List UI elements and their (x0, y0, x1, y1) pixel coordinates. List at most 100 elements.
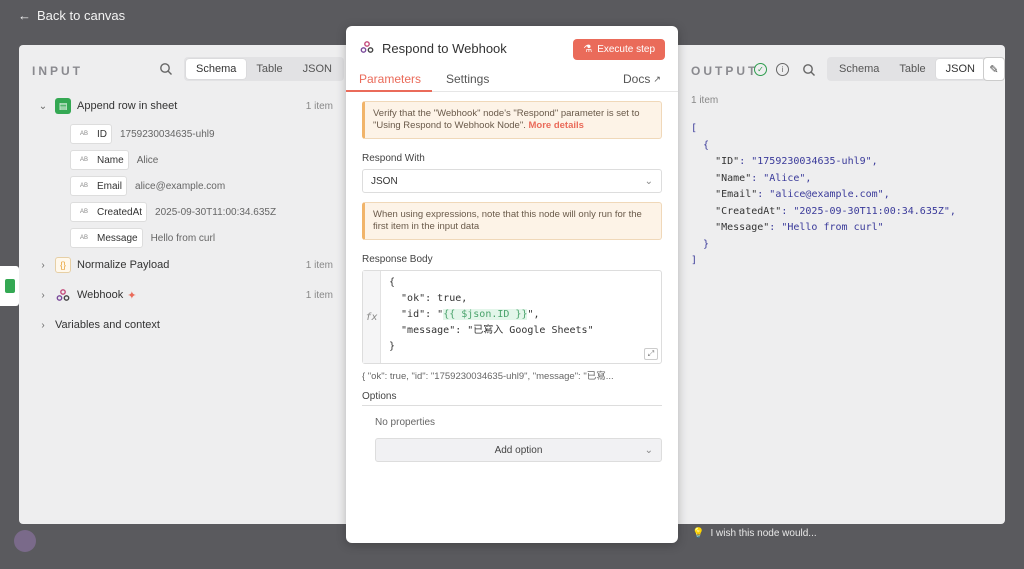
expression-token: {{ $json.ID }} (443, 309, 528, 320)
respond-with-label: Respond With (362, 153, 425, 164)
tree-node-webhook[interactable]: › Webhook ✦ 1 item (19, 283, 351, 307)
field-id[interactable]: AB ID 1759230034635-uhl9 (70, 123, 215, 145)
json-key: "Message" (715, 222, 770, 233)
expand-editor-icon[interactable]: ⤢ (644, 348, 658, 360)
expression-notice: When using expressions, note that this n… (362, 202, 662, 240)
arrow-left-icon: ← (18, 8, 31, 23)
chevron-right-icon: › (41, 289, 45, 301)
feedback-link[interactable]: 💡 I wish this node would... (692, 528, 817, 539)
code-line: "ok": true, (389, 293, 468, 304)
tab-parameters[interactable]: Parameters (359, 72, 421, 86)
code-line: } (389, 341, 396, 352)
add-option-select[interactable]: Add option ⌄ (375, 438, 662, 462)
response-body-label: Response Body (362, 254, 433, 265)
node-settings-modal: Respond to Webhook ⚗ Execute step Parame… (346, 26, 678, 543)
field-name-row[interactable]: AB Name Alice (70, 149, 158, 171)
input-view-switch: Schema Table JSON (184, 57, 344, 81)
json-open-bracket: [ (691, 123, 698, 134)
output-title: OUTPUT (691, 64, 759, 78)
item-count: 1 item (305, 259, 333, 271)
field-name: Name (97, 154, 124, 166)
search-icon[interactable] (159, 62, 173, 76)
item-count: 1 item (305, 289, 333, 301)
json-close-bracket: ] (691, 255, 698, 266)
input-view-json[interactable]: JSON (293, 59, 342, 79)
field-createdat[interactable]: AB CreatedAt 2025-09-30T11:00:34.635Z (70, 201, 276, 223)
node-label: Webhook (77, 289, 124, 301)
field-value: 1759230034635-uhl9 (120, 128, 215, 140)
docs-label: Docs (623, 72, 651, 86)
execute-label: Execute step (597, 44, 655, 55)
input-view-table[interactable]: Table (246, 59, 292, 79)
respond-with-value: JSON (371, 175, 398, 187)
output-item-count: 1 item (691, 95, 719, 106)
docs-link[interactable]: Docs ↗ (623, 72, 661, 86)
code-line-post: ", (527, 309, 540, 320)
info-icon[interactable]: i (776, 63, 789, 76)
no-properties-text: No properties (375, 417, 436, 428)
string-type-icon: AB (75, 152, 93, 168)
json-output-view: [ { "ID": "1759230034635-uhl9", "Name": … (691, 123, 956, 266)
field-value: Alice (136, 154, 159, 166)
node-label: Normalize Payload (77, 259, 170, 271)
response-body-editor[interactable]: fx { "ok": true, "id": "{{ $json.ID }}",… (362, 270, 662, 364)
input-title: INPUT (32, 64, 83, 78)
item-count: 1 item (305, 100, 333, 112)
external-link-icon: ↗ (653, 73, 661, 84)
chevron-right-icon: › (41, 259, 45, 271)
string-type-icon: AB (75, 230, 93, 246)
node-label: Append row in sheet (77, 100, 178, 112)
lightning-icon: ✦ (127, 289, 137, 302)
pencil-icon: ✎ (989, 63, 999, 76)
canvas-background-node (14, 530, 36, 552)
json-key: "Name" (715, 172, 752, 184)
string-type-icon: AB (75, 204, 93, 220)
more-details-link[interactable]: More details (529, 120, 584, 131)
output-view-table[interactable]: Table (889, 59, 935, 79)
field-value: Hello from curl (150, 232, 216, 244)
field-name: ID (97, 128, 107, 140)
field-pill: AB ID (70, 124, 112, 144)
active-tab-indicator (346, 90, 432, 92)
string-type-icon: AB (75, 178, 93, 194)
json-value: "Hello from curl" (781, 222, 884, 233)
success-check-icon: ✓ (754, 63, 767, 76)
tree-node-normalize-payload[interactable]: › {} Normalize Payload 1 item (19, 253, 351, 277)
field-pill: AB Message (70, 228, 143, 248)
node-label: Variables and context (55, 319, 160, 331)
output-view-schema[interactable]: Schema (829, 59, 889, 79)
canvas-sheets-node-edge[interactable] (0, 266, 19, 306)
field-pill: AB Email (70, 176, 128, 196)
json-value: "2025-09-30T11:00:34.635Z" (793, 205, 950, 217)
code-content: { "ok": true, "id": "{{ $json.ID }}", "m… (389, 275, 594, 355)
json-key: "CreatedAt" (715, 205, 782, 217)
code-line: { (389, 277, 396, 288)
back-label: Back to canvas (37, 8, 126, 23)
back-to-canvas-link[interactable]: ← Back to canvas (18, 8, 125, 23)
field-value: 2025-09-30T11:00:34.635Z (155, 206, 277, 218)
search-icon[interactable] (802, 63, 816, 77)
google-sheets-icon: ▤ (55, 98, 71, 114)
output-view-switch: Schema Table JSON (827, 57, 987, 81)
execute-step-button[interactable]: ⚗ Execute step (573, 39, 665, 60)
field-email[interactable]: AB Email alice@example.com (70, 175, 225, 197)
respond-with-select[interactable]: JSON ⌄ (362, 169, 662, 193)
lightbulb-icon: 💡 (692, 528, 705, 539)
google-sheets-icon (4, 279, 15, 293)
output-view-json[interactable]: JSON (935, 59, 985, 79)
tab-settings[interactable]: Settings (446, 72, 489, 86)
edit-output-button[interactable]: ✎ (983, 57, 1005, 81)
tree-node-append-row[interactable]: ⌄ ▤ Append row in sheet 1 item (19, 94, 351, 118)
webhook-icon (360, 40, 374, 57)
json-key: "Email" (715, 189, 758, 200)
input-view-schema[interactable]: Schema (186, 59, 247, 79)
chevron-down-icon: ⌄ (644, 175, 653, 187)
expression-preview: { "ok": true, "id": "1759230034635-uhl9"… (362, 371, 614, 382)
webhook-icon (55, 287, 71, 303)
modal-title: Respond to Webhook (382, 41, 507, 56)
chevron-right-icon: › (41, 319, 45, 331)
expression-fx-icon: fx (363, 271, 381, 363)
field-message[interactable]: AB Message Hello from curl (70, 227, 215, 249)
tree-node-variables[interactable]: › Variables and context (19, 313, 351, 337)
code-line-pre: "id": " (389, 309, 444, 320)
